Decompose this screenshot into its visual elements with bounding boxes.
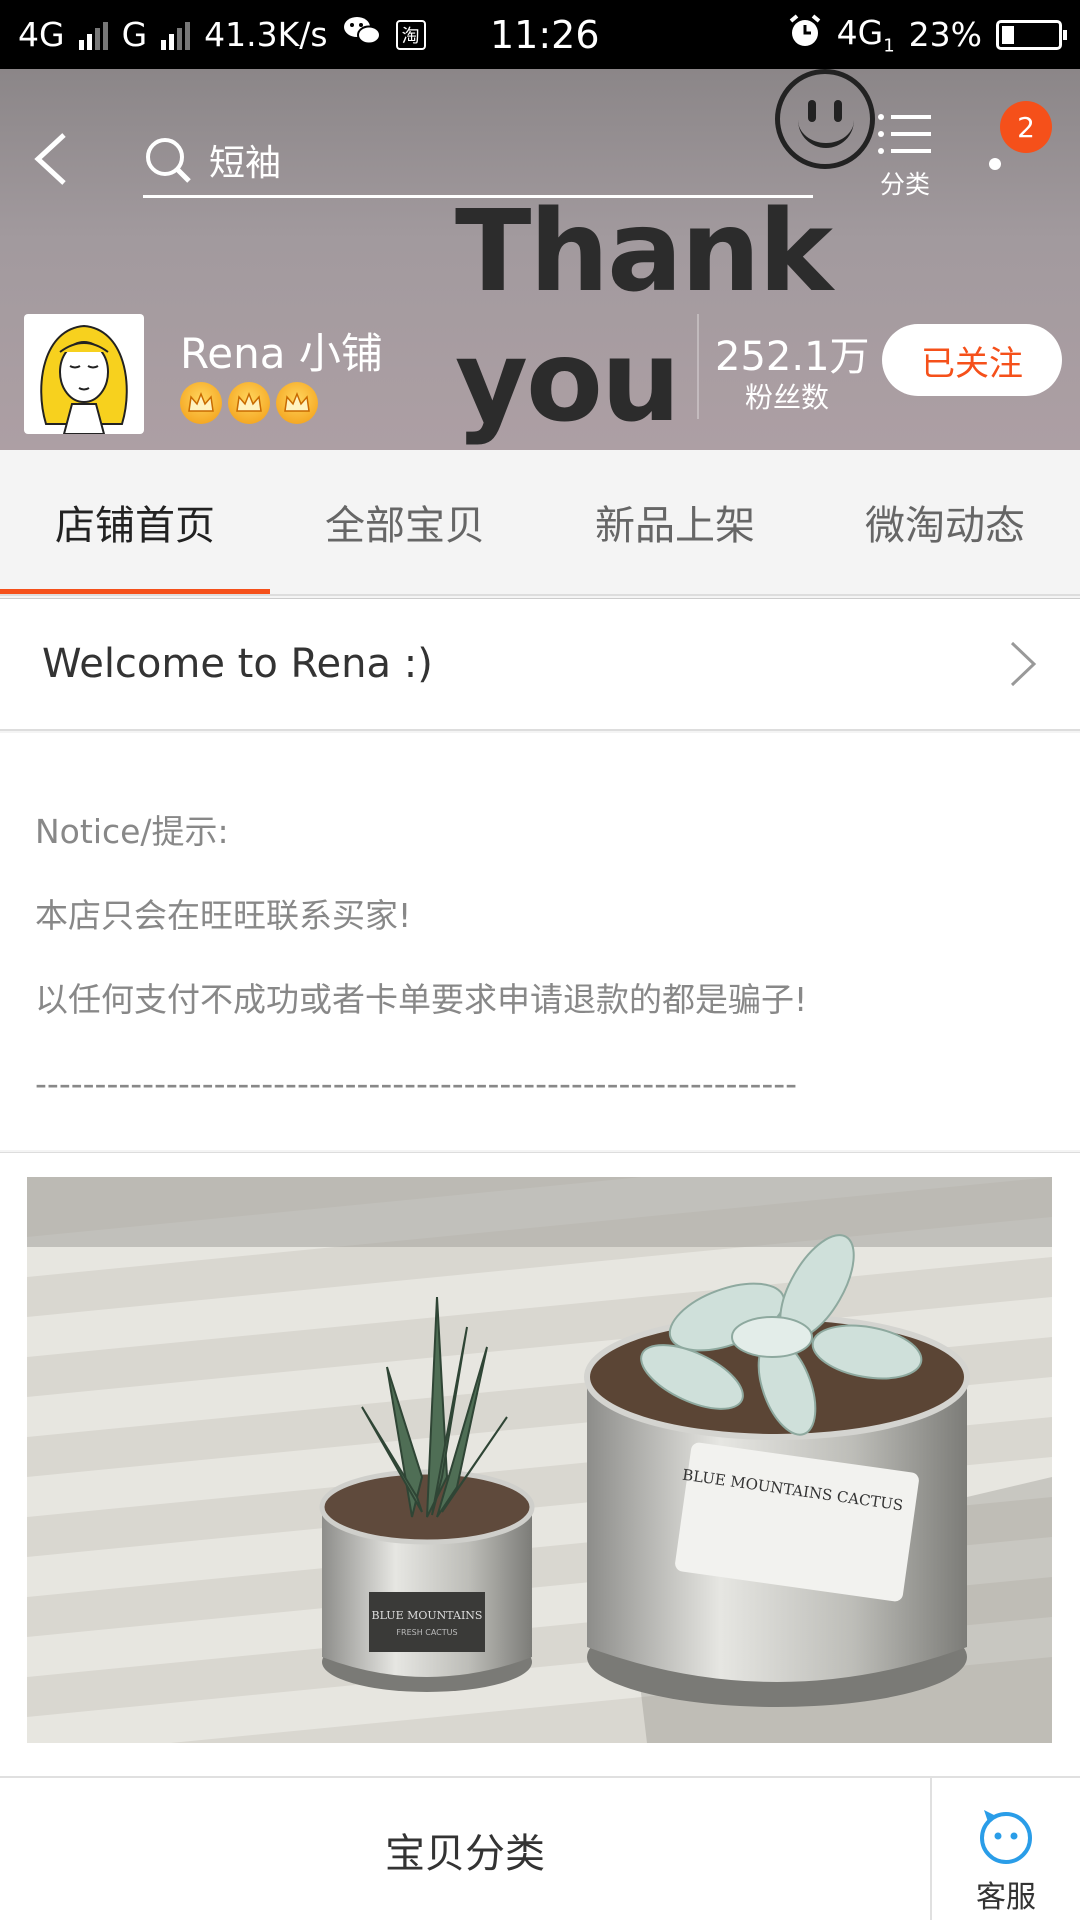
shop-rating: [180, 382, 318, 424]
shop-info: Rena 小铺 252.1万 粉丝数 已关注: [0, 314, 1080, 450]
notice-line-1: 本店只会在旺旺联系买家!: [35, 897, 412, 935]
divider: [697, 314, 699, 419]
tab-new-arrivals[interactable]: 新品上架: [540, 450, 810, 594]
signal-icon-2: [161, 20, 191, 50]
clock: 11:26: [490, 12, 600, 57]
notice-separator: ----------------------------------------…: [35, 1065, 798, 1103]
search-icon: [146, 137, 191, 183]
network-type-3: 4G1: [836, 12, 895, 57]
crown-icon: [276, 382, 318, 424]
taobao-app-icon: 淘: [395, 19, 426, 50]
signal-icon: [78, 20, 108, 50]
alarm-icon: [787, 13, 823, 57]
message-count-badge: 2: [1000, 101, 1052, 153]
network-speed: 41.3K/s: [204, 15, 328, 54]
shop-name: Rena 小铺: [180, 329, 383, 378]
network-type-1: 4G: [18, 15, 65, 54]
more-dots-icon: [989, 158, 1001, 170]
item-category-button[interactable]: 宝贝分类: [0, 1778, 930, 1920]
fans-count: 252.1万: [715, 334, 870, 380]
customer-service-icon: [980, 1810, 1032, 1864]
follow-button[interactable]: 已关注: [882, 324, 1062, 396]
tab-weitao-feed[interactable]: 微淘动态: [810, 450, 1080, 594]
chevron-left-icon: [34, 133, 66, 185]
customer-service-label: 客服: [976, 1880, 1036, 1915]
crown-icon: [228, 382, 270, 424]
shop-tabs: 店铺首页 全部宝贝 新品上架 微淘动态: [0, 450, 1080, 596]
cactus-photo: BLUE MOUNTAINS FRESH CACTUS BLUE MOUNTAI…: [27, 1177, 1052, 1743]
wechat-icon: [342, 14, 382, 56]
status-bar: 4G G 41.3K/s 淘 11:26 4G1 23%: [0, 0, 1080, 69]
small-pot-label: BLUE MOUNTAINS: [372, 1609, 483, 1622]
small-pot-sublabel: FRESH CACTUS: [396, 1628, 457, 1637]
notice-section: Notice/提示: 本店只会在旺旺联系买家! 以任何支付不成功或者卡单要求申请…: [0, 733, 1080, 1150]
category-button[interactable]: 分类: [865, 109, 945, 209]
search-bar[interactable]: 短袖: [143, 124, 813, 198]
notice-line-2: 以任何支付不成功或者卡单要求申请退款的都是骗子!: [35, 981, 808, 1019]
list-icon: [878, 114, 931, 154]
search-query: 短袖: [209, 142, 282, 184]
shop-header-banner: Thank you 短袖 分类 2 Rena 小铺 252.1万 粉丝数 已关注: [0, 69, 1080, 450]
tab-all-items[interactable]: 全部宝贝: [270, 450, 540, 594]
welcome-row[interactable]: Welcome to Rena :): [0, 598, 1080, 731]
fans-label: 粉丝数: [745, 381, 830, 414]
bottom-bar: 宝贝分类 客服: [0, 1776, 1080, 1920]
customer-service-button[interactable]: 客服: [932, 1778, 1080, 1920]
notice-title: Notice/提示:: [35, 813, 229, 851]
battery-percent: 23%: [908, 15, 982, 54]
crown-icon: [180, 382, 222, 424]
promo-banner[interactable]: BLUE MOUNTAINS FRESH CACTUS BLUE MOUNTAI…: [0, 1152, 1080, 1776]
back-button[interactable]: [30, 124, 80, 194]
welcome-text: Welcome to Rena :): [42, 641, 433, 687]
category-label: 分类: [879, 170, 930, 199]
shop-avatar[interactable]: [24, 314, 144, 434]
tab-shop-home[interactable]: 店铺首页: [0, 450, 270, 594]
battery-icon: [996, 19, 1067, 50]
chevron-right-icon: [1010, 641, 1037, 687]
network-type-2: G: [121, 15, 148, 54]
